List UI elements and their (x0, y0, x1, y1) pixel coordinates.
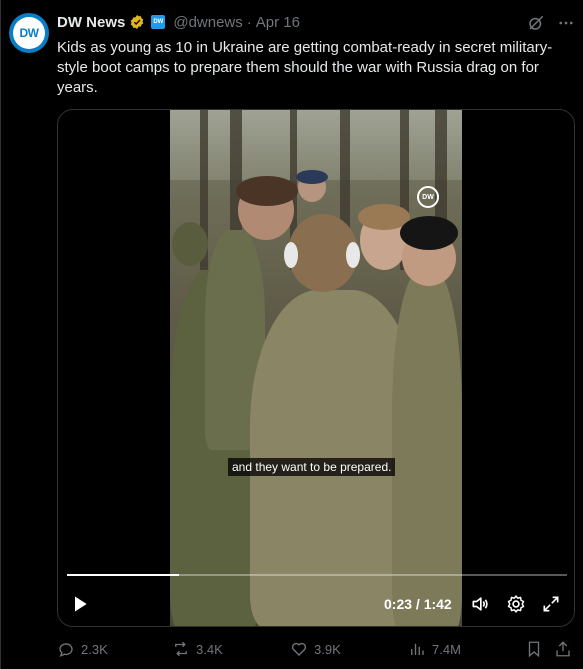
repost-button[interactable]: 3.4K (172, 640, 223, 658)
person-back-cap (296, 170, 328, 184)
repost-count: 3.4K (196, 641, 223, 657)
bookmark-icon (528, 641, 540, 658)
tweet-text: Kids as young as 10 in Ukraine are getti… (57, 39, 553, 96)
like-count: 3.9K (314, 641, 341, 657)
separator: · (246, 13, 252, 31)
reply-button[interactable]: 2.3K (57, 640, 108, 658)
share-icon (556, 641, 570, 657)
views-button[interactable]: 7.4M (408, 640, 461, 658)
reply-count: 2.3K (81, 641, 108, 657)
grok-icon[interactable] (527, 14, 545, 32)
video-progress-bar[interactable] (67, 574, 567, 576)
earmuff-left (284, 242, 298, 268)
dw-watermark: DW (417, 186, 439, 208)
views-count: 7.4M (432, 641, 461, 657)
repost-icon (175, 641, 187, 657)
verified-icon (131, 15, 144, 29)
video-frame[interactable]: DW and they want to be prepared. (170, 110, 462, 626)
author-handle[interactable]: @dwnews (173, 14, 242, 31)
avatar-inner: DW (13, 17, 45, 49)
earmuff-right (346, 242, 360, 268)
avatar[interactable]: DW (9, 13, 49, 53)
person-right-beanie (400, 216, 458, 250)
volume-icon[interactable] (470, 594, 490, 614)
dw-watermark-text: DW (422, 193, 434, 201)
tweet-date[interactable]: Apr 16 (256, 14, 300, 31)
avatar-text: DW (19, 26, 40, 40)
bookmark-button[interactable] (525, 640, 543, 658)
tweet[interactable]: DW DW News DW @dwnews · Apr 16 Kids as y… (0, 0, 583, 669)
video-subtitle: and they want to be prepared. (228, 458, 396, 476)
affiliate-badge-text: DW (153, 19, 164, 25)
affiliate-badge[interactable]: DW (151, 15, 166, 29)
more-icon[interactable] (557, 14, 575, 32)
like-icon (291, 642, 307, 656)
play-icon[interactable] (70, 594, 90, 614)
gear-icon[interactable] (506, 594, 526, 614)
video-time: 0:23 / 1:42 (384, 596, 452, 612)
tweet-actions: 2.3K 3.4K 3.9K 7.4M (57, 640, 575, 660)
share-button[interactable] (554, 640, 572, 658)
reply-icon (59, 643, 73, 657)
person-left-head (172, 222, 208, 266)
views-icon (411, 643, 424, 655)
expand-icon[interactable] (541, 594, 561, 614)
like-button[interactable]: 3.9K (290, 640, 341, 658)
person-second-hair (236, 176, 298, 206)
video-progress-fill (67, 574, 179, 576)
author-name[interactable]: DW News (57, 14, 125, 31)
tweet-header: DW News DW @dwnews · Apr 16 (57, 12, 300, 32)
video-player[interactable]: DW and they want to be prepared. 0:23 / … (57, 109, 575, 627)
